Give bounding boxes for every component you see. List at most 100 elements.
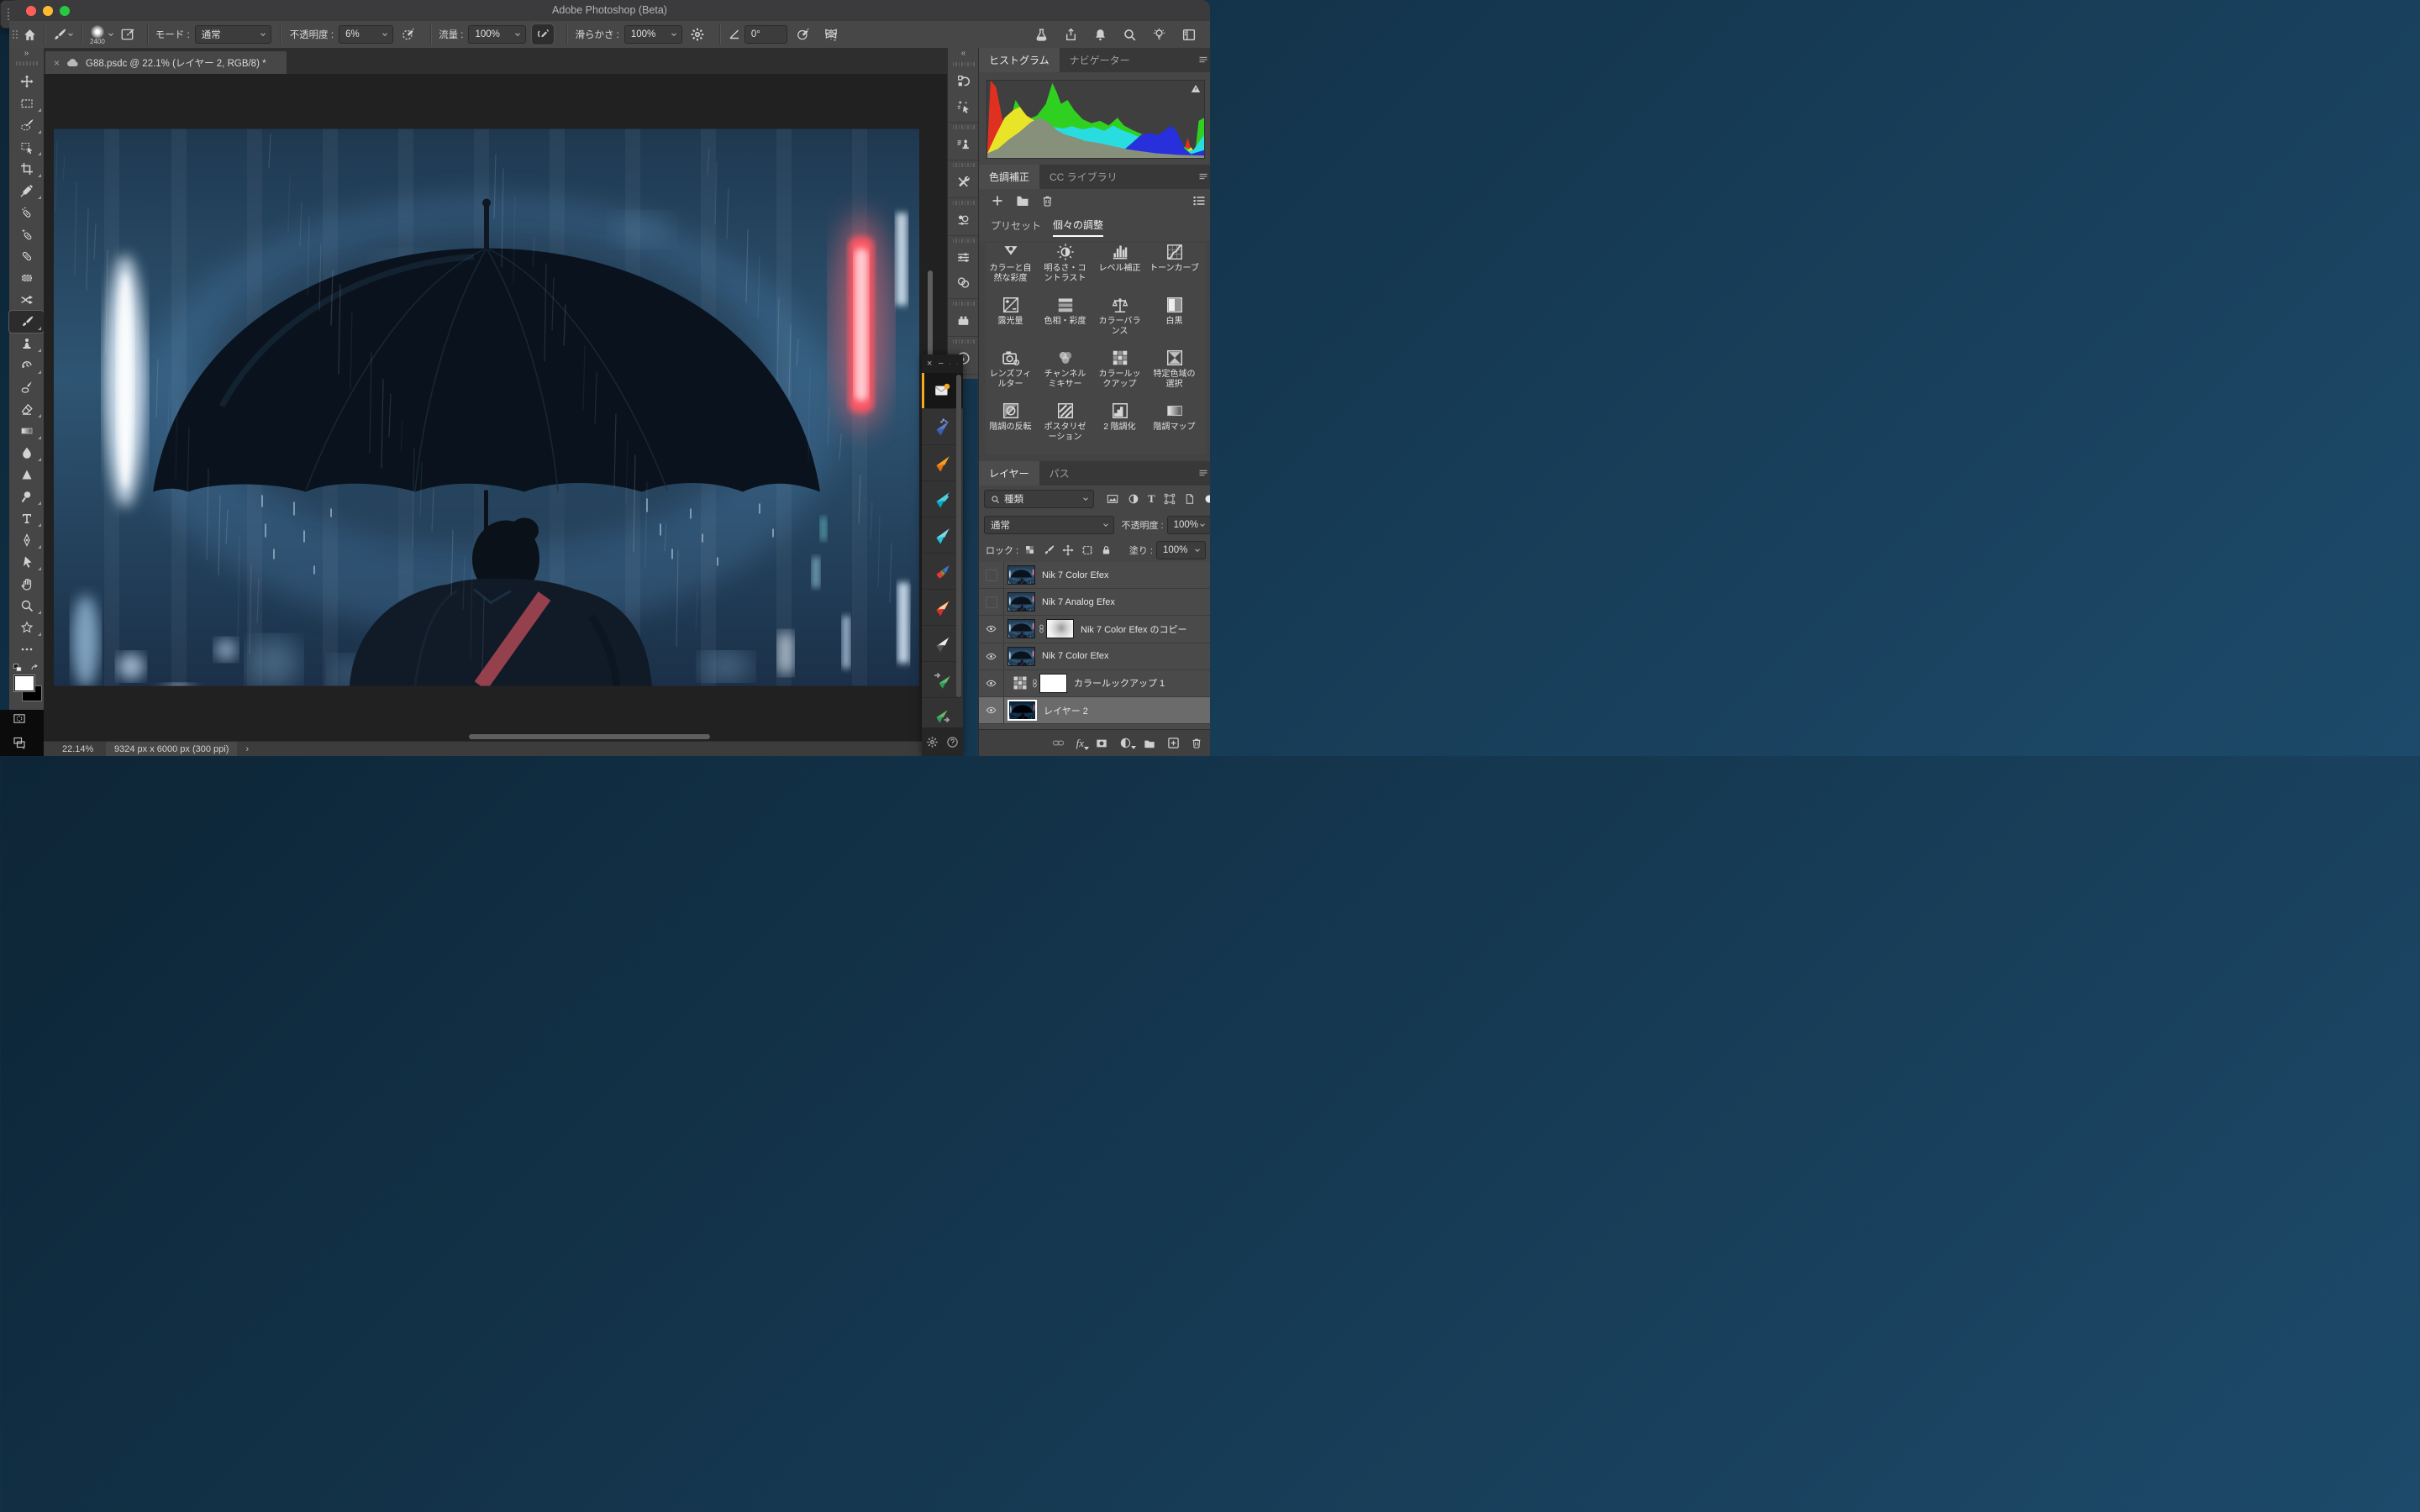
canvas-horizontal-scrollbar[interactable] [469, 734, 710, 739]
filter-adjustment-layers-icon[interactable] [1128, 493, 1139, 505]
layer-row[interactable]: Nik 7 Color Efex [979, 643, 1210, 670]
quick-mask-mode-icon[interactable] [11, 712, 28, 725]
foreground-color-swatch[interactable] [14, 675, 34, 691]
dock-group-grip[interactable] [948, 163, 979, 167]
smoothing-select[interactable]: 100% [624, 25, 682, 44]
color-lookup-layer-icon[interactable] [1012, 675, 1028, 691]
move-tool[interactable] [9, 71, 44, 92]
new-group-folder-icon[interactable] [1016, 194, 1029, 207]
brush-settings-panel-toggle-icon[interactable] [120, 27, 135, 42]
share-icon[interactable] [1064, 28, 1078, 42]
dock-group-grip[interactable] [948, 339, 979, 344]
document-tab[interactable]: × G88.psdc @ 22.1% (レイヤー 2, RGB/8) * [45, 51, 287, 74]
default-colors-icon[interactable] [13, 664, 23, 673]
close-tab-icon[interactable]: × [54, 57, 60, 69]
adjustment-bw[interactable]: 白黒 [1150, 296, 1199, 349]
nik-close-icon[interactable]: × [927, 354, 932, 373]
layer-visibility-eye-icon[interactable] [979, 616, 1004, 642]
histogram-warning-icon[interactable] [1191, 84, 1201, 93]
history-brush-tool[interactable] [9, 354, 44, 376]
adjustment-brightness[interactable]: 明るさ・コントラスト [1040, 243, 1090, 296]
adjustment-mixerAdj[interactable]: チャンネルミキサー [1040, 349, 1090, 402]
shape-tool[interactable] [9, 617, 44, 638]
zoom-level[interactable]: 22.14% [62, 744, 106, 754]
pen-tool[interactable] [9, 529, 44, 551]
lock-all-icon[interactable] [1101, 544, 1112, 556]
adjustment-exposure[interactable]: 露光量 [986, 296, 1035, 349]
discover-lightbulb-icon[interactable] [1152, 28, 1166, 42]
object-selection-tool[interactable] [9, 136, 44, 158]
chevron-down-icon[interactable] [66, 30, 75, 39]
delete-trash-icon[interactable] [1041, 194, 1054, 207]
fill-select[interactable]: 100% [1156, 541, 1206, 559]
adjustment-lookup[interactable]: カラールックアップ [1095, 349, 1144, 402]
patch-tool[interactable] [9, 267, 44, 289]
nik-help-icon[interactable] [946, 736, 959, 748]
canvas-area[interactable] [44, 74, 947, 741]
workspace-switcher-icon[interactable] [1181, 28, 1197, 42]
lock-position-icon[interactable] [1062, 544, 1074, 556]
plugins-panel-icon[interactable] [948, 307, 979, 333]
swap-colors-icon[interactable] [29, 664, 40, 673]
layer-visibility-eye-icon[interactable] [979, 643, 1004, 669]
nik-minimize-icon[interactable]: − [938, 354, 943, 373]
type-tool[interactable] [9, 507, 44, 529]
crop-tool[interactable] [9, 158, 44, 180]
adjustment-curves[interactable]: トーンカーブ [1150, 243, 1199, 296]
filter-type-layers-icon[interactable]: T [1148, 492, 1155, 506]
adjustment-invert[interactable]: 階調の反転 [986, 402, 1035, 454]
mixer-brush-tool[interactable] [9, 376, 44, 398]
layer-thumbnail[interactable] [1007, 565, 1035, 585]
adjustments-tab[interactable]: CC ライブラリ [1039, 165, 1128, 189]
zoom-tool[interactable] [9, 595, 44, 617]
layers-tab[interactable]: レイヤー [979, 461, 1039, 486]
layer-row[interactable]: レイヤー 2 [979, 697, 1210, 724]
adjustment-selective[interactable]: 特定色域の選択 [1150, 349, 1199, 402]
layer-thumbnail[interactable] [1007, 647, 1035, 666]
path-selection-tool[interactable] [9, 551, 44, 573]
layer-row[interactable]: カラールックアップ 1 [979, 670, 1210, 697]
new-adjustment-layer-icon[interactable] [1119, 737, 1132, 749]
pressure-size-icon[interactable] [796, 27, 811, 42]
history-panel-panel-icon[interactable] [948, 68, 979, 93]
layer-thumbnail[interactable] [1007, 700, 1037, 721]
dock-group-grip[interactable] [948, 125, 979, 129]
layer-filter-select[interactable]: 種類 [984, 490, 1094, 508]
lock-pixels-brush-icon[interactable] [1043, 544, 1055, 556]
ai-selection-panel-icon[interactable] [948, 93, 979, 118]
adjustment-gradmap[interactable]: 階調マップ [1150, 402, 1199, 454]
dock-group-grip[interactable] [948, 201, 979, 205]
pressure-opacity-icon[interactable] [401, 27, 416, 42]
add-adjustment-icon[interactable] [991, 194, 1004, 207]
new-group-icon[interactable] [1143, 738, 1156, 749]
new-layer-icon[interactable] [1167, 737, 1180, 749]
brush-preset-icon[interactable] [52, 28, 66, 42]
layer-thumbnail[interactable] [1007, 592, 1035, 612]
healing-brush-tool[interactable] [9, 245, 44, 267]
search-icon[interactable] [1123, 28, 1137, 42]
clone-stamp-tool[interactable] [9, 333, 44, 354]
selection-brush-tool[interactable] [9, 114, 44, 136]
content-aware-move-tool[interactable] [9, 289, 44, 311]
brush-tool[interactable] [9, 311, 44, 333]
nik-scrollbar[interactable] [956, 375, 961, 697]
add-layer-mask-icon[interactable] [1095, 738, 1108, 749]
layer-styles-fx-icon[interactable]: fx [1076, 737, 1084, 750]
screen-mode-icon[interactable] [11, 736, 28, 749]
layer-visibility-eye-icon[interactable] [979, 670, 1004, 696]
link-layers-icon[interactable] [1051, 737, 1065, 749]
layer-mask-thumbnail[interactable] [1039, 674, 1067, 693]
layer-opacity-select[interactable]: 100% [1167, 516, 1210, 534]
adjustments-tab[interactable]: 色調補正 [979, 165, 1039, 189]
adjustments-subtab[interactable]: プリセット [991, 218, 1041, 236]
blur-tool[interactable] [9, 442, 44, 464]
layer-row[interactable]: Nik 7 Color Efex のコピー [979, 616, 1210, 643]
adjustment-threshold[interactable]: 2 階調化 [1095, 402, 1144, 454]
collapse-panels-chevrons[interactable]: « [947, 48, 979, 60]
flow-select[interactable]: 100% [468, 25, 526, 44]
angle-input[interactable]: 0° [744, 25, 787, 44]
adjustment-levels[interactable]: レベル補正 [1095, 243, 1144, 296]
remove-tool[interactable] [9, 202, 44, 223]
layer-row[interactable]: Nik 7 Analog Efex [979, 589, 1210, 616]
lock-artboard-icon[interactable] [1081, 544, 1093, 556]
